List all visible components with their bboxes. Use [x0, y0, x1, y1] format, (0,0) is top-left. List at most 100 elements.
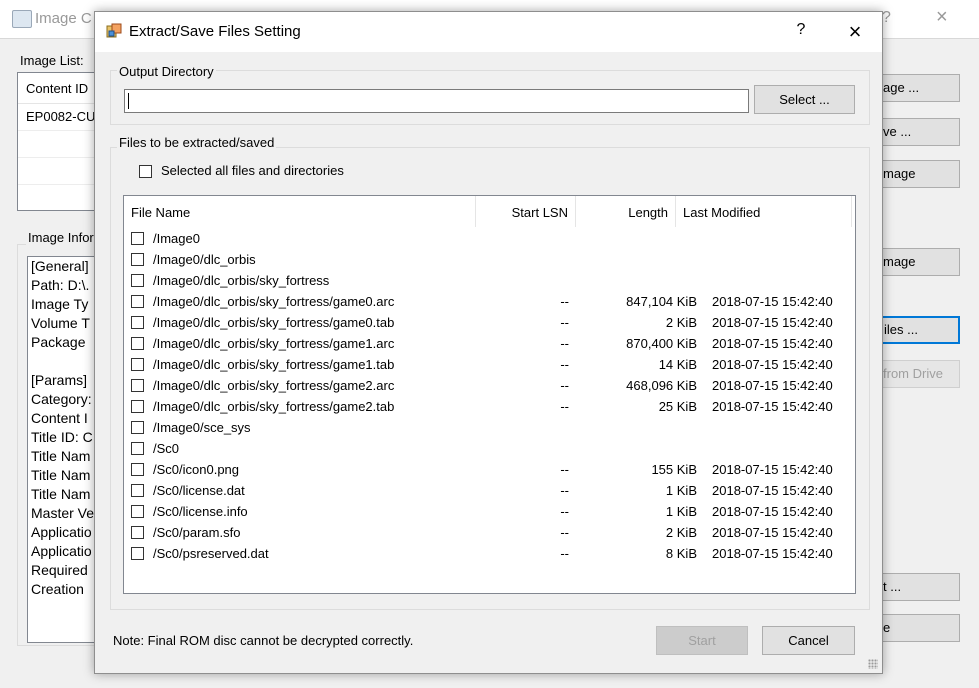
file-name: /Image0/dlc_orbis/sky_fortress/game2.arc [153, 378, 395, 393]
cancel-button[interactable]: Cancel [762, 626, 855, 655]
file-name: /Image0/dlc_orbis/sky_fortress/game0.tab [153, 315, 395, 330]
file-row[interactable]: /Image0/dlc_orbis/sky_fortress/game1.arc… [124, 333, 855, 354]
file-name: /Sc0/param.sfo [153, 525, 241, 540]
file-name: /Image0/dlc_orbis/sky_fortress/game0.arc [153, 294, 395, 309]
file-name: /Image0/dlc_orbis/sky_fortress/game1.arc [153, 336, 395, 351]
file-name: /Image0/dlc_orbis [153, 252, 256, 267]
file-row-checkbox[interactable] [131, 379, 144, 392]
file-start-lsn: -- [560, 399, 569, 414]
file-row[interactable]: /Sc0/icon0.png -- 155 KiB 2018-07-15 15:42:… [124, 459, 855, 480]
file-length [576, 417, 697, 438]
file-length: 25 KiB [658, 399, 697, 414]
file-row-checkbox[interactable] [131, 463, 144, 476]
start-button[interactable]: Start [656, 626, 748, 655]
background-close-button[interactable]: × [936, 6, 948, 29]
file-last-modified: 2018-07-15 15:42:40 [712, 315, 833, 330]
file-name: /Sc0/psreserved.dat [153, 546, 269, 561]
file-length [576, 228, 697, 249]
file-length: 847,104 KiB [626, 294, 697, 309]
file-row[interactable]: /Image0/sce_sys [124, 417, 855, 438]
file-start-lsn [476, 417, 569, 438]
file-row[interactable]: /Sc0/param.sfo -- 2 KiB 2018-07-15 15:42:40 [124, 522, 855, 543]
file-name: /Image0 [153, 231, 200, 246]
resize-grip-icon[interactable] [868, 659, 878, 669]
file-start-lsn [476, 270, 569, 291]
file-row-checkbox[interactable] [131, 484, 144, 497]
file-last-modified: 2018-07-15 15:42:40 [712, 462, 833, 477]
file-row-checkbox[interactable] [131, 400, 144, 413]
file-start-lsn: -- [560, 336, 569, 351]
file-name: /Sc0/license.info [153, 504, 248, 519]
file-last-modified: 2018-07-15 15:42:40 [712, 378, 833, 393]
column-header-last-modified[interactable]: Last Modified [676, 196, 852, 227]
file-name: /Image0/dlc_orbis/sky_fortress [153, 273, 330, 288]
file-length: 1 KiB [665, 483, 697, 498]
column-header-file-name[interactable]: File Name [124, 196, 476, 227]
file-length: 2 KiB [665, 525, 697, 540]
file-row-checkbox[interactable] [131, 337, 144, 350]
image-list-label: Image List: [20, 53, 84, 68]
files-group-label: Files to be extracted/saved [117, 135, 277, 150]
column-header-start-lsn[interactable]: Start LSN [476, 196, 576, 227]
file-start-lsn: -- [560, 378, 569, 393]
file-row-checkbox[interactable] [131, 295, 144, 308]
file-name: /Sc0/icon0.png [153, 462, 240, 477]
file-start-lsn [476, 249, 569, 270]
file-row-checkbox[interactable] [131, 316, 144, 329]
dialog-help-button[interactable]: ? [789, 21, 813, 39]
file-row-checkbox[interactable] [131, 421, 144, 434]
file-row[interactable]: /Image0/dlc_orbis/sky_fortress [124, 270, 855, 291]
file-row-checkbox[interactable] [131, 526, 144, 539]
file-length: 468,096 KiB [626, 378, 697, 393]
file-length [576, 249, 697, 270]
file-row[interactable]: /Sc0/psreserved.dat -- 8 KiB 2018-07-15 15:… [124, 543, 855, 564]
extract-save-dialog: Extract/Save Files Setting ? × Output Di… [94, 11, 883, 674]
column-header-length[interactable]: Length [576, 196, 676, 227]
file-last-modified: 2018-07-15 15:42:40 [712, 357, 833, 372]
file-row-checkbox[interactable] [131, 442, 144, 455]
file-listview[interactable]: File Name Start LSN Length Last Modified… [123, 195, 856, 594]
file-name: /Sc0/license.dat [153, 483, 245, 498]
output-directory-input[interactable] [124, 89, 749, 113]
select-directory-button[interactable]: Select ... [754, 85, 855, 114]
file-row[interactable]: /Image0/dlc_orbis/sky_fortress/game2.arc… [124, 375, 855, 396]
file-start-lsn: -- [560, 357, 569, 372]
text-caret [128, 93, 129, 109]
select-all-checkbox[interactable] [139, 165, 152, 178]
file-row-checkbox[interactable] [131, 505, 144, 518]
dialog-app-icon [106, 23, 122, 38]
dialog-title: Extract/Save Files Setting [129, 23, 301, 40]
file-row[interactable]: /Sc0/license.dat -- 1 KiB 2018-07-15 15:42:… [124, 480, 855, 501]
file-row[interactable]: /Sc0/license.info -- 1 KiB 2018-07-15 15:42… [124, 501, 855, 522]
file-row[interactable]: /Image0/dlc_orbis/sky_fortress/game0.arc… [124, 291, 855, 312]
file-length: 14 KiB [658, 357, 697, 372]
file-last-modified: 2018-07-15 15:42:40 [712, 483, 833, 498]
file-last-modified: 2018-07-15 15:42:40 [712, 525, 833, 540]
file-name: /Image0/dlc_orbis/sky_fortress/game1.tab [153, 357, 395, 372]
file-row-checkbox[interactable] [131, 253, 144, 266]
select-all-label[interactable]: Selected all files and directories [161, 163, 344, 178]
file-row-checkbox[interactable] [131, 274, 144, 287]
background-help-button[interactable]: ? [882, 9, 891, 27]
file-row-checkbox[interactable] [131, 232, 144, 245]
file-row[interactable]: /Sc0 [124, 438, 855, 459]
file-length [576, 438, 697, 459]
file-last-modified: 2018-07-15 15:42:40 [712, 546, 833, 561]
file-row-checkbox[interactable] [131, 358, 144, 371]
file-row-checkbox[interactable] [131, 547, 144, 560]
file-row[interactable]: /Image0/dlc_orbis/sky_fortress/game1.tab… [124, 354, 855, 375]
file-row[interactable]: /Image0/dlc_orbis/sky_fortress/game0.tab… [124, 312, 855, 333]
file-start-lsn: -- [560, 546, 569, 561]
file-name: /Image0/dlc_orbis/sky_fortress/game2.tab [153, 399, 395, 414]
file-last-modified: 2018-07-15 15:42:40 [712, 399, 833, 414]
file-length [576, 270, 697, 291]
file-start-lsn: -- [560, 483, 569, 498]
file-row[interactable]: /Image0 [124, 228, 855, 249]
file-row[interactable]: /Image0/dlc_orbis/sky_fortress/game2.tab… [124, 396, 855, 417]
file-length: 1 KiB [665, 504, 697, 519]
dialog-close-button[interactable]: × [835, 18, 875, 46]
file-length: 155 KiB [651, 462, 697, 477]
file-start-lsn: -- [560, 504, 569, 519]
background-window-title: Image C [35, 10, 92, 27]
file-row[interactable]: /Image0/dlc_orbis [124, 249, 855, 270]
